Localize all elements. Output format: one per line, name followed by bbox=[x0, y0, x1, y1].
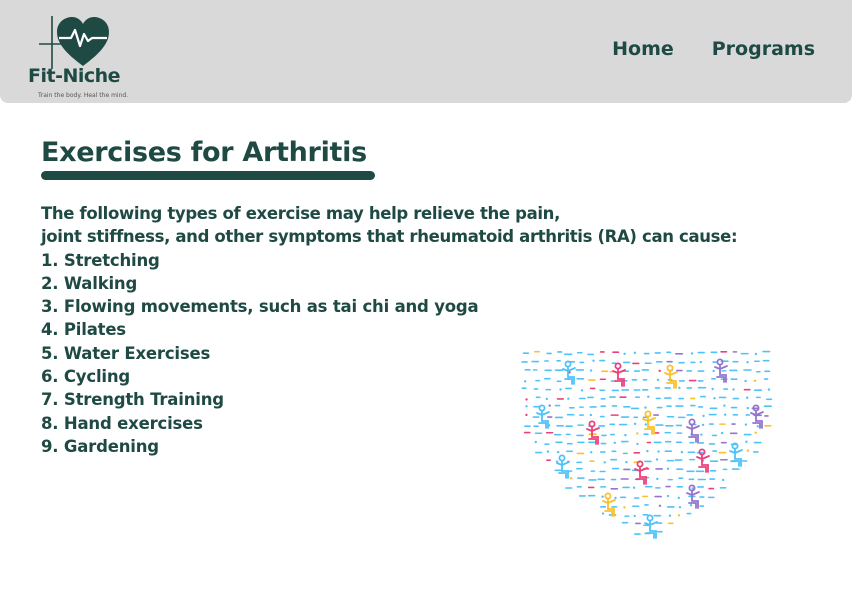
heart-pulse-icon bbox=[39, 16, 109, 69]
exercise-figure bbox=[634, 460, 648, 485]
exercise-figure bbox=[644, 514, 658, 539]
exercise-figure bbox=[556, 454, 570, 479]
list-item: 3. Flowing movements, such as tai chi an… bbox=[41, 297, 479, 317]
exercise-figure bbox=[664, 364, 678, 389]
exercise-figure bbox=[602, 492, 616, 517]
list-item: 1. Stretching bbox=[41, 250, 160, 270]
brand-name: Fit-Niche bbox=[28, 65, 121, 87]
brand-logo[interactable]: Fit-Niche Train the body. Heal the mind. bbox=[25, 12, 145, 100]
list-item: 4. Pilates bbox=[41, 320, 126, 340]
intro-line-2: joint stiffness, and other symptoms that… bbox=[41, 227, 738, 247]
main-nav: Home Programs bbox=[612, 38, 815, 60]
nav-programs[interactable]: Programs bbox=[712, 38, 815, 60]
title-underline bbox=[41, 171, 375, 180]
exercise-figure bbox=[612, 362, 626, 387]
heart-of-exercise-figures-icon bbox=[521, 350, 773, 539]
exercise-figure bbox=[686, 418, 700, 443]
list-item: 2. Walking bbox=[41, 273, 138, 293]
nav-home[interactable]: Home bbox=[612, 38, 674, 60]
exercise-figure bbox=[586, 420, 600, 445]
intro-line-1: The following types of exercise may help… bbox=[41, 204, 560, 223]
site-header: Fit-Niche Train the body. Heal the mind.… bbox=[0, 0, 852, 103]
page-title: Exercises for Arthritis bbox=[41, 137, 367, 168]
brand-tagline: Train the body. Heal the mind. bbox=[38, 92, 129, 99]
exercise-figure bbox=[729, 442, 743, 467]
